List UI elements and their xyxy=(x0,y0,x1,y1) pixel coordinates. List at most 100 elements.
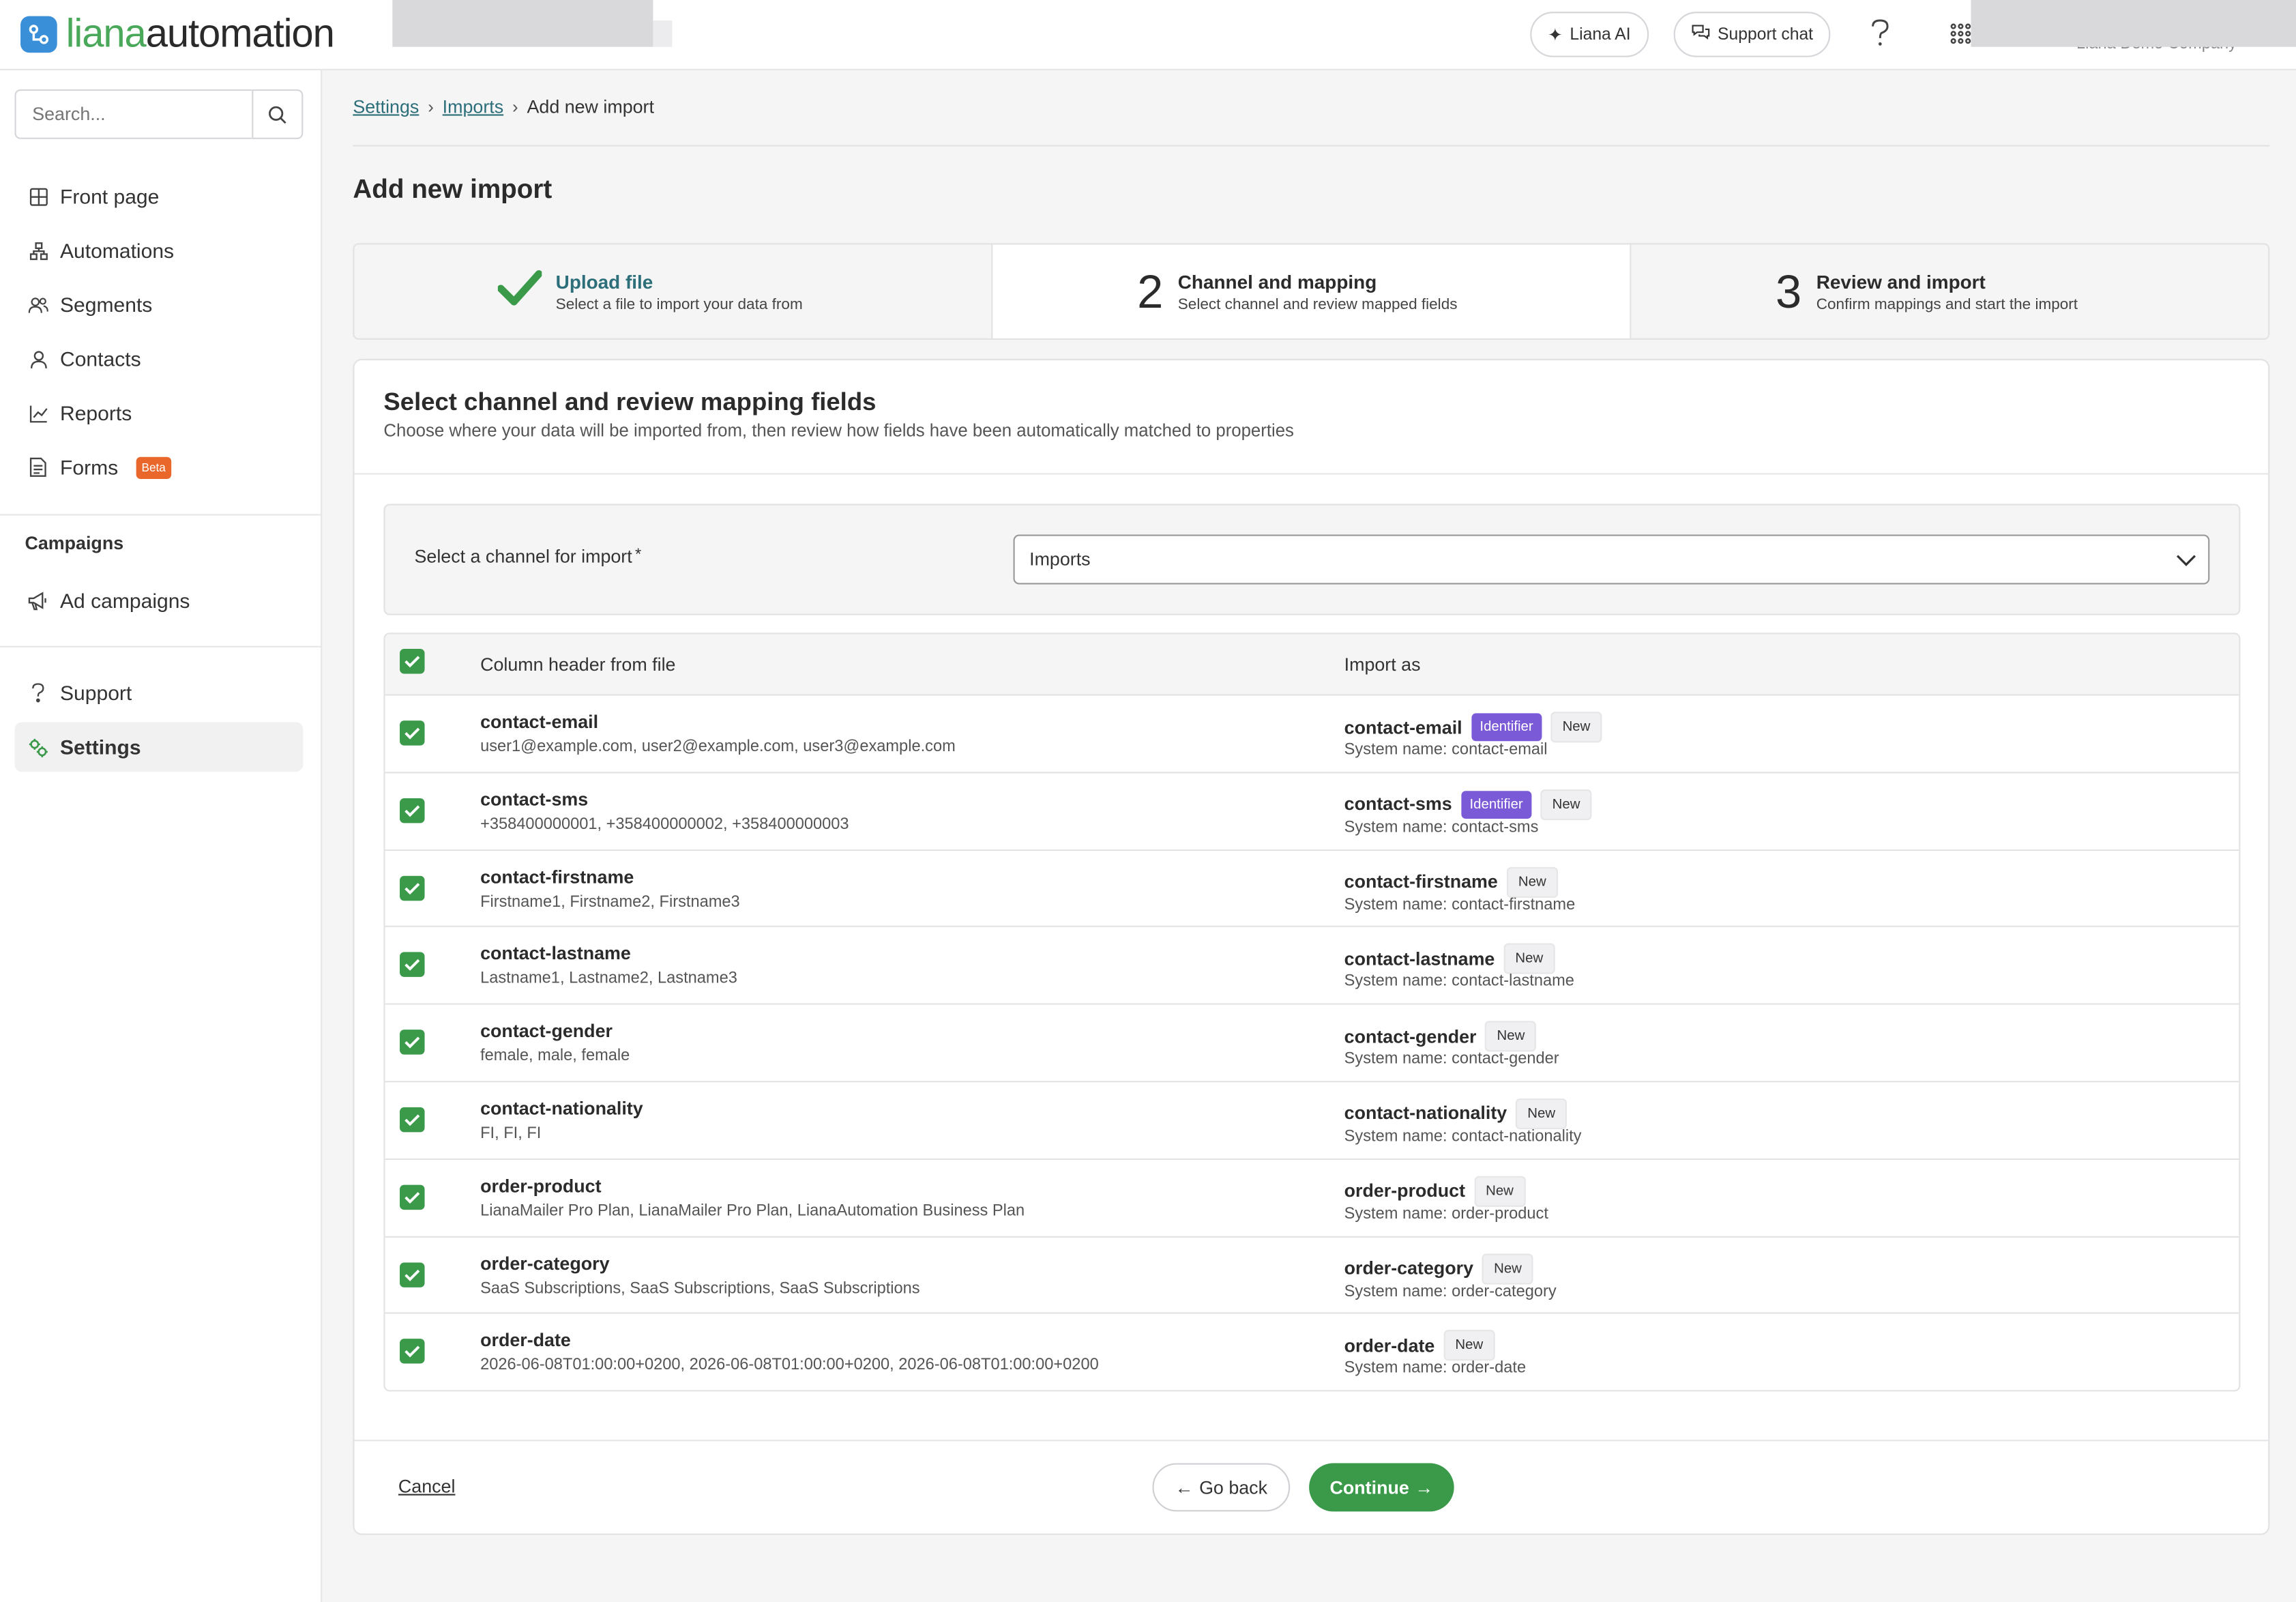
check-icon xyxy=(404,882,420,894)
sidebar-divider xyxy=(0,645,323,647)
arrow-right-icon: → xyxy=(1415,1476,1434,1498)
channel-select[interactable]: Imports xyxy=(1013,534,2210,585)
help-icon[interactable] xyxy=(1863,16,1898,52)
cancel-link[interactable]: Cancel xyxy=(398,1476,456,1497)
redacted-area xyxy=(653,20,673,47)
step-desc: Select channel and review mapped fields xyxy=(1177,295,1458,313)
chevron-right-icon: › xyxy=(512,96,518,117)
sidebar-item-label: Support xyxy=(60,681,132,705)
check-icon xyxy=(404,1036,420,1049)
breadcrumb-link-imports[interactable]: Imports xyxy=(443,97,503,117)
system-name: System name: contact-gender xyxy=(1344,1050,1559,1068)
step-title: Upload file xyxy=(555,270,653,293)
select-all-checkbox[interactable] xyxy=(400,648,425,674)
sidebar-item-label: Forms xyxy=(60,455,119,479)
sidebar-item-front-page[interactable]: Front page xyxy=(14,171,303,221)
sidebar-item-contacts[interactable]: Contacts xyxy=(14,334,303,383)
liana-ai-button[interactable]: ✦ Liana AI xyxy=(1530,12,1649,57)
row-checkbox[interactable] xyxy=(400,798,425,823)
import-target: contact-email Identifier New xyxy=(1344,712,1602,743)
chevron-right-icon: › xyxy=(428,96,434,117)
row-checkbox[interactable] xyxy=(400,952,425,978)
logo[interactable]: lianaautomation xyxy=(20,14,335,54)
import-target: contact-lastname New xyxy=(1344,944,1555,975)
new-badge: New xyxy=(1540,789,1592,820)
sidebar-item-ad-campaigns[interactable]: Ad campaigns xyxy=(14,576,303,626)
support-chat-button[interactable]: Support chat xyxy=(1673,12,1831,57)
continue-button[interactable]: Continue → xyxy=(1309,1463,1454,1512)
top-bar: lianaautomation ✦ Liana AI Support chat … xyxy=(0,0,2296,71)
check-icon xyxy=(404,1268,420,1281)
system-name: System name: order-date xyxy=(1344,1359,1527,1378)
mapping-card: Select channel and review mapping fields… xyxy=(353,358,2270,1535)
sidebar-item-label: Settings xyxy=(60,735,141,759)
row-checkbox[interactable] xyxy=(400,1262,425,1287)
sidebar-item-label: Reports xyxy=(60,401,132,425)
sidebar-item-label: Front page xyxy=(60,184,160,208)
user-icon xyxy=(28,349,48,369)
row-checkbox[interactable] xyxy=(400,1184,425,1210)
column-sample-values: FI, FI, FI xyxy=(480,1124,542,1143)
table-row: contact-gender female, male, female contac… xyxy=(385,1005,2239,1083)
column-sample-values: Lastname1, Lastname2, Lastname3 xyxy=(480,970,737,988)
logo-mark-icon xyxy=(20,16,57,53)
row-checkbox[interactable] xyxy=(400,720,425,746)
step-channel-mapping: 2 Channel and mapping Select channel and… xyxy=(992,244,1632,338)
system-name: System name: contact-sms xyxy=(1344,818,1539,836)
column-name: contact-sms xyxy=(480,789,589,810)
row-checkbox[interactable] xyxy=(400,1339,425,1365)
chevron-down-icon xyxy=(2176,551,2196,571)
sidebar-item-label: Segments xyxy=(60,293,153,317)
step-upload-file[interactable]: Upload file Select a file to import your… xyxy=(354,244,993,338)
table-row: contact-nationality FI, FI, FI contact-nat… xyxy=(385,1082,2239,1160)
sidebar-item-automations[interactable]: Automations xyxy=(14,226,303,276)
import-target: contact-nationality New xyxy=(1344,1098,1568,1130)
row-checkbox[interactable] xyxy=(400,875,425,901)
step-text: Channel and mapping Select channel and r… xyxy=(1178,270,1486,312)
grid-icon xyxy=(28,186,48,207)
sidebar-item-forms[interactable]: Forms Beta xyxy=(14,442,303,492)
sidebar-item-support[interactable]: Support xyxy=(14,668,303,718)
search-input[interactable] xyxy=(14,89,252,139)
import-target: contact-gender New xyxy=(1344,1021,1537,1052)
import-property-name: contact-gender xyxy=(1344,1026,1477,1047)
import-target: order-date New xyxy=(1344,1330,1495,1362)
import-property-name: contact-sms xyxy=(1344,794,1452,815)
column-name: contact-email xyxy=(480,712,599,733)
beta-badge: Beta xyxy=(135,456,172,478)
megaphone-icon xyxy=(28,590,48,611)
sidebar-divider xyxy=(0,514,323,516)
breadcrumb-current: Add new import xyxy=(527,96,654,117)
sidebar-item-settings[interactable]: Settings xyxy=(14,722,304,772)
identifier-badge: Identifier xyxy=(1460,790,1532,819)
row-checkbox[interactable] xyxy=(400,1030,425,1055)
breadcrumb-link-settings[interactable]: Settings xyxy=(353,97,419,117)
app-root: lianaautomation ✦ Liana AI Support chat … xyxy=(0,0,2296,1602)
sidebar-search xyxy=(14,89,304,139)
check-icon xyxy=(404,656,420,668)
system-name: System name: order-product xyxy=(1344,1205,1548,1223)
divider xyxy=(353,145,2270,147)
table-row: contact-lastname Lastname1, Lastname2, La… xyxy=(385,927,2239,1006)
search-button[interactable] xyxy=(252,89,304,139)
channel-selector-box: Select a channel for import * Imports xyxy=(383,504,2241,615)
card-subtitle: Choose where your data will be imported … xyxy=(383,420,1294,441)
import-target: contact-sms Identifier New xyxy=(1344,789,1592,820)
sidebar-item-reports[interactable]: Reports xyxy=(14,388,303,438)
row-checkbox[interactable] xyxy=(400,1107,425,1133)
check-icon xyxy=(404,959,420,972)
new-badge: New xyxy=(1485,1021,1537,1052)
sidebar-item-segments[interactable]: Segments xyxy=(14,280,303,330)
step-text: Review and import Confirm mappings and s… xyxy=(1816,270,2124,312)
step-number: 3 xyxy=(1776,265,1802,318)
go-back-button[interactable]: ← Go back xyxy=(1152,1463,1291,1512)
redacted-area xyxy=(1971,0,2296,47)
column-sample-values: SaaS Subscriptions, SaaS Subscriptions, … xyxy=(480,1279,920,1298)
mapping-table: Column header from file Import as contac… xyxy=(383,632,2241,1392)
sidebar-item-label: Automations xyxy=(60,238,175,263)
divider xyxy=(354,473,2269,475)
settings-icon xyxy=(28,737,48,757)
step-title: Channel and mapping xyxy=(1177,270,1377,293)
import-target: contact-firstname New xyxy=(1344,866,1558,898)
check-icon xyxy=(404,1114,420,1126)
